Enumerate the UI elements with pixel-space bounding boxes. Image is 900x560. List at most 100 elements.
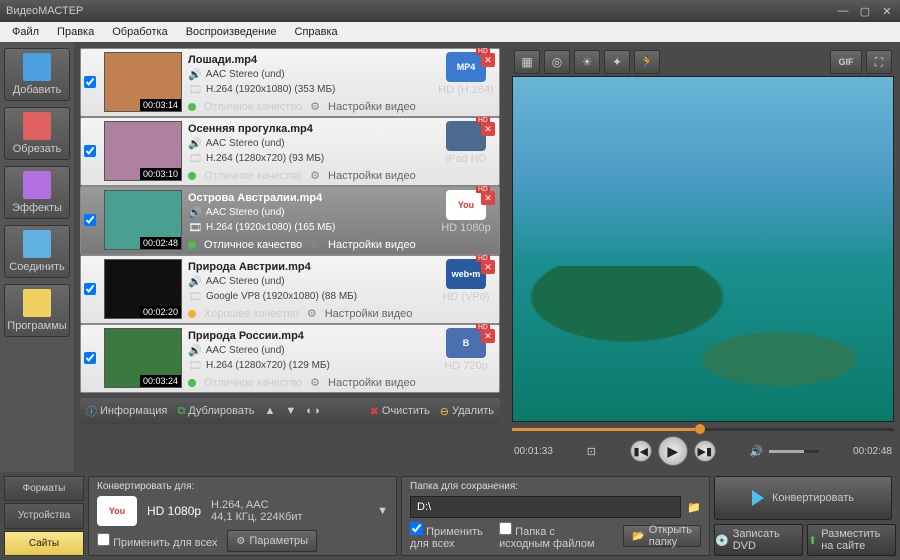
format-badge: YouHD <box>446 190 486 220</box>
publish-button[interactable]: ⬆Разместить на сайте <box>807 524 896 556</box>
source-folder-checkbox[interactable]: Папка с исходным файлом <box>499 522 595 550</box>
params-button[interactable]: ⚙ Параметры <box>227 530 317 552</box>
save-path-input[interactable] <box>410 496 681 518</box>
thumbnail[interactable]: 00:03:14 <box>104 52 182 112</box>
apply-all-folder-checkbox[interactable]: Применить для всех <box>410 522 485 550</box>
format-label: HD 1080p <box>441 222 491 234</box>
clear-button[interactable]: ✖Очистить <box>370 405 430 418</box>
file-list: 00:03:14 Лошади.mp4 🔊AAC Stereo (und) 🎞H… <box>74 42 506 472</box>
audio-info: 🔊AAC Stereo (und) <box>188 275 430 288</box>
brightness-icon[interactable]: ☀ <box>574 50 600 74</box>
remove-file-button[interactable]: ✕ <box>481 191 495 205</box>
sidebar-0[interactable]: Добавить <box>4 48 70 101</box>
thumbnail[interactable]: 00:03:24 <box>104 328 182 388</box>
toggle-view-button[interactable]: ◐◑ <box>306 405 319 417</box>
file-row[interactable]: 00:03:10 Осенняя прогулка.mp4 🔊AAC Stere… <box>80 117 500 186</box>
snapshot-icon[interactable]: ◎ <box>544 50 570 74</box>
file-row[interactable]: 00:02:48 Острова Австралии.mp4 🔊AAC Ster… <box>80 186 500 255</box>
quality-label: Отличное качество <box>204 101 302 113</box>
maximize-button[interactable]: ▢ <box>858 4 872 18</box>
menu-process[interactable]: Обработка <box>104 24 175 40</box>
menu-edit[interactable]: Правка <box>49 24 102 40</box>
file-name: Осенняя прогулка.mp4 <box>188 123 430 135</box>
volume-icon[interactable]: 🔊 <box>750 445 764 458</box>
seek-bar[interactable] <box>512 422 894 436</box>
thumbnail[interactable]: 00:03:10 <box>104 121 182 181</box>
file-checkbox[interactable] <box>84 145 96 157</box>
apply-all-format-checkbox[interactable]: Применить для всех <box>97 533 217 549</box>
remove-file-button[interactable]: ✕ <box>481 53 495 67</box>
fullscreen-icon[interactable]: ⛶ <box>866 50 892 74</box>
delete-button[interactable]: ⊖Удалить <box>440 405 494 418</box>
file-row[interactable]: 00:02:20 Природа Австрии.mp4 🔊AAC Stereo… <box>80 255 500 324</box>
sidebar: Добавить Обрезать Эффекты Соединить Программ… <box>0 42 74 472</box>
remove-file-button[interactable]: ✕ <box>481 260 495 274</box>
move-up-button[interactable]: ▲ <box>265 405 276 417</box>
duplicate-button[interactable]: ⧉Дублировать <box>177 405 254 418</box>
burn-dvd-button[interactable]: 💿Записать DVD <box>714 524 803 556</box>
file-checkbox[interactable] <box>84 352 96 364</box>
video-info: 🎞H.264 (1280x720) (93 МБ) <box>188 152 430 165</box>
thumbnail[interactable]: 00:02:48 <box>104 190 182 250</box>
thumbnail[interactable]: 00:02:20 <box>104 259 182 319</box>
speed-icon[interactable]: 🏃 <box>634 50 660 74</box>
remove-file-button[interactable]: ✕ <box>481 329 495 343</box>
enhance-icon[interactable]: ✦ <box>604 50 630 74</box>
file-checkbox[interactable] <box>84 76 96 88</box>
format-label: HD 720p <box>444 360 487 372</box>
tab-sites[interactable]: Сайты <box>4 531 84 556</box>
video-settings-link[interactable]: Настройки видео <box>328 101 416 113</box>
video-settings-link[interactable]: Настройки видео <box>328 170 416 182</box>
video-settings-link[interactable]: Настройки видео <box>328 239 416 251</box>
browse-folder-icon[interactable]: 📁 <box>687 501 701 514</box>
app-title: ВидеоМАСТЕР <box>6 5 83 17</box>
remove-file-button[interactable]: ✕ <box>481 122 495 136</box>
open-folder-button[interactable]: 📂 Открыть папку <box>623 525 701 547</box>
sidebar-3[interactable]: Соединить <box>4 225 70 278</box>
file-checkbox[interactable] <box>84 283 96 295</box>
video-settings-link[interactable]: Настройки видео <box>328 377 416 389</box>
sidebar-2[interactable]: Эффекты <box>4 166 70 219</box>
format-rate: 44,1 КГц, 224Кбит <box>211 511 303 523</box>
sidebar-1[interactable]: Обрезать <box>4 107 70 160</box>
file-checkbox[interactable] <box>84 214 96 226</box>
menu-help[interactable]: Справка <box>287 24 346 40</box>
tab-devices[interactable]: Устройства <box>4 503 84 528</box>
move-down-button[interactable]: ▼ <box>285 405 296 417</box>
menu-file[interactable]: Файл <box>4 24 47 40</box>
file-row[interactable]: 00:03:14 Лошади.mp4 🔊AAC Stereo (und) 🎞H… <box>80 48 500 117</box>
format-name: HD 1080p <box>147 504 201 518</box>
save-folder-panel: Папка для сохранения: 📁 Применить для вс… <box>401 476 710 556</box>
gif-button[interactable]: GIF <box>830 50 862 74</box>
snapshot-button[interactable]: ⊡ <box>587 445 596 458</box>
volume-slider[interactable] <box>769 450 819 453</box>
video-preview[interactable] <box>512 76 894 422</box>
audio-info: 🔊AAC Stereo (und) <box>188 137 430 150</box>
play-button[interactable]: ▶ <box>658 436 688 466</box>
info-button[interactable]: ⓘИнформация <box>86 403 167 419</box>
video-settings-link[interactable]: Настройки видео <box>325 308 413 320</box>
menubar: Файл Правка Обработка Воспроизведение Сп… <box>0 22 900 42</box>
tab-formats[interactable]: Форматы <box>4 476 84 501</box>
format-label: iPad HD <box>446 153 487 165</box>
format-dropdown-icon[interactable]: ▼ <box>377 505 388 517</box>
convert-button[interactable]: Конвертировать <box>714 476 892 520</box>
duration-label: 00:02:48 <box>140 237 181 249</box>
file-row[interactable]: 00:03:24 Природа России.mp4 🔊AAC Stereo … <box>80 324 500 393</box>
minimize-button[interactable]: — <box>836 4 850 18</box>
prev-button[interactable]: ▮◀ <box>630 440 652 462</box>
quality-label: Отличное качество <box>204 377 302 389</box>
audio-info: 🔊AAC Stereo (und) <box>188 344 430 357</box>
close-button[interactable]: ✕ <box>880 4 894 18</box>
crop-icon[interactable]: ▦ <box>514 50 540 74</box>
duration-label: 00:03:14 <box>140 99 181 111</box>
menu-playback[interactable]: Воспроизведение <box>178 24 285 40</box>
video-info: 🎞H.264 (1920x1080) (353 МБ) <box>188 83 430 96</box>
quality-label: Отличное качество <box>204 170 302 182</box>
sidebar-4[interactable]: Программы <box>4 284 70 337</box>
format-badge: MP4HD <box>446 52 486 82</box>
file-name: Лошади.mp4 <box>188 54 430 66</box>
format-badge: HD <box>446 121 486 151</box>
convert-for-label: Конвертировать для: <box>97 481 388 492</box>
next-button[interactable]: ▶▮ <box>694 440 716 462</box>
